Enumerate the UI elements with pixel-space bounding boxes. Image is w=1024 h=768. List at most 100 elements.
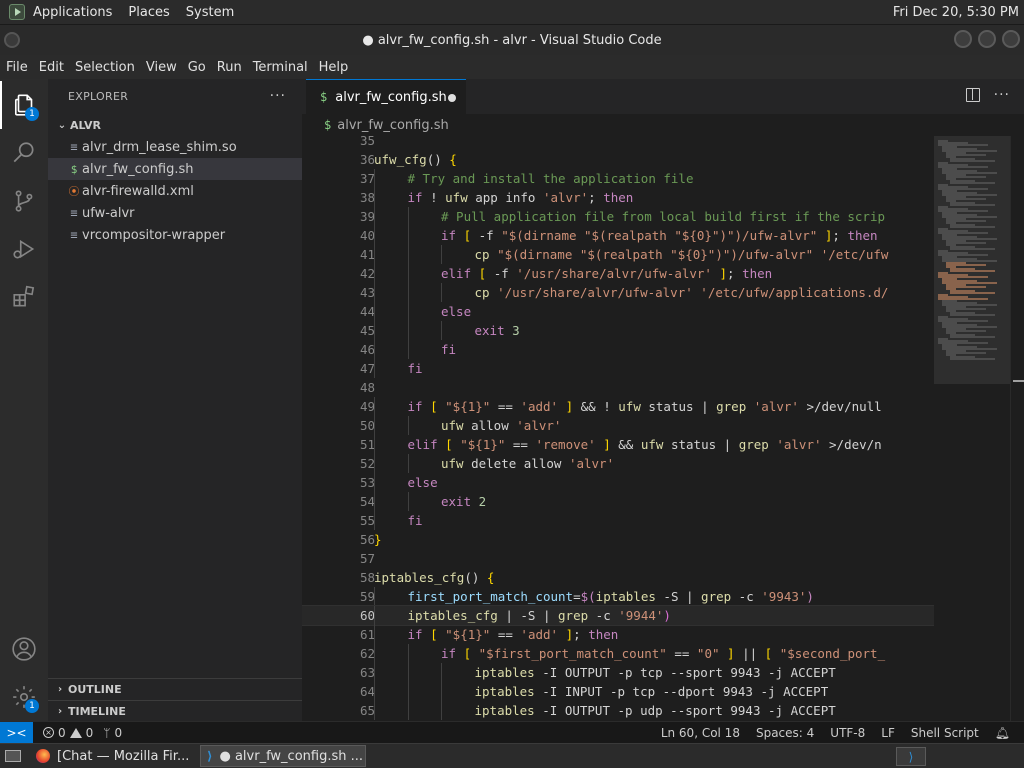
clock[interactable]: Fri Dec 20, 5:30 PM xyxy=(893,5,1019,20)
window-menu-icon[interactable] xyxy=(4,32,20,48)
search-activity[interactable] xyxy=(0,129,48,177)
code-line[interactable]: 53 else xyxy=(302,473,934,492)
explorer-activity[interactable]: 1 xyxy=(0,81,48,129)
remote-indicator[interactable]: >< xyxy=(0,721,33,744)
outline-section[interactable]: › OUTLINE xyxy=(48,678,302,700)
places-menu[interactable]: Places xyxy=(128,5,169,20)
window-title-bar[interactable]: ● alvr_fw_config.sh - alvr - Visual Stud… xyxy=(0,25,1024,55)
minimize-button[interactable] xyxy=(954,30,972,48)
code-line[interactable]: 48 xyxy=(302,378,934,397)
run-debug-activity[interactable] xyxy=(0,225,48,273)
code-line[interactable]: 60 iptables_cfg | -S | grep -c '9944') xyxy=(302,605,934,626)
menu-terminal[interactable]: Terminal xyxy=(253,60,308,75)
menu-edit[interactable]: Edit xyxy=(39,60,64,75)
menu-view[interactable]: View xyxy=(146,60,177,75)
file-item[interactable]: ≡ alvr_drm_lease_shim.so xyxy=(48,136,302,158)
split-editor-icon[interactable] xyxy=(965,88,980,102)
vertical-scrollbar[interactable] xyxy=(1010,136,1024,721)
code-token: status | xyxy=(640,399,717,414)
indent-guide xyxy=(374,283,408,302)
code-line[interactable]: 41 cp "$(dirname "$(realpath "${0}")")/uf… xyxy=(302,245,934,264)
minimap[interactable] xyxy=(934,136,1010,721)
code-line[interactable]: 59 first_port_match_count=$(iptables -S |… xyxy=(302,587,934,606)
indent-guide xyxy=(407,283,442,302)
scrollbar-thumb[interactable] xyxy=(1013,380,1024,382)
code-line[interactable]: 57 xyxy=(302,549,934,568)
code-line[interactable]: 47 fi xyxy=(302,359,934,378)
code-editor[interactable]: 35 36 ufw_cfg() {37 # Try and install the a… xyxy=(302,136,934,721)
system-menu[interactable]: System xyxy=(186,5,234,20)
code-line[interactable]: 52 ufw delete allow 'alvr' xyxy=(302,454,934,473)
folder-alvr[interactable]: ⌄ ALVR xyxy=(48,114,302,136)
ports-count: 0 xyxy=(114,725,123,740)
code-line[interactable]: 49 if [ "${1}" == 'add' ] && ! ufw status… xyxy=(302,397,934,416)
code-line[interactable]: 55 fi xyxy=(302,511,934,530)
code-line[interactable]: 38 if ! ufw app info 'alvr'; then xyxy=(302,188,934,207)
menu-help[interactable]: Help xyxy=(319,60,349,75)
breadcrumb-file[interactable]: alvr_fw_config.sh xyxy=(337,118,449,133)
code-line[interactable]: 63 iptables -I OUTPUT -p tcp --sport 9943… xyxy=(302,663,934,682)
code-line[interactable]: 54 exit 2 xyxy=(302,492,934,511)
more-actions-icon[interactable]: ··· xyxy=(994,87,1010,103)
code-line[interactable]: 50 ufw allow 'alvr' xyxy=(302,416,934,435)
code-line[interactable]: 46 fi xyxy=(302,340,934,359)
code-line[interactable]: 43 cp '/usr/share/alvr/ufw-alvr' '/etc/uf… xyxy=(302,283,934,302)
problems-indicator[interactable]: × 0 0 xyxy=(43,726,93,740)
code-text: fi xyxy=(374,511,423,530)
code-line[interactable]: 36 ufw_cfg() { xyxy=(302,150,934,169)
menu-run[interactable]: Run xyxy=(217,60,242,75)
code-line[interactable]: 35 xyxy=(302,136,934,150)
file-item[interactable]: ≡ ufw-alvr xyxy=(48,202,302,224)
menu-file[interactable]: File xyxy=(6,60,28,75)
code-line[interactable]: 45 exit 3 xyxy=(302,321,934,340)
code-token: status | xyxy=(663,437,739,452)
file-label: alvr_drm_lease_shim.so xyxy=(82,139,237,155)
workspace-switcher[interactable]: ⟩ xyxy=(896,747,926,766)
source-control-activity[interactable] xyxy=(0,177,48,225)
indentation[interactable]: Spaces: 4 xyxy=(756,726,814,740)
file-item[interactable]: ≡ vrcompositor-wrapper xyxy=(48,224,302,246)
manage-badge: 1 xyxy=(25,699,39,713)
code-line[interactable]: 44 else xyxy=(302,302,934,321)
code-line[interactable]: 42 elif [ -f '/usr/share/alvr/ufw-alvr' ]… xyxy=(302,264,934,283)
applications-menu[interactable]: Applications xyxy=(33,5,112,20)
menu-selection[interactable]: Selection xyxy=(75,60,135,75)
close-button[interactable] xyxy=(1002,30,1020,48)
cursor-position[interactable]: Ln 60, Col 18 xyxy=(661,726,740,740)
code-line[interactable]: 51 elif [ "${1}" == 'remove' ] && ufw sta… xyxy=(302,435,934,454)
code-line[interactable]: 56} xyxy=(302,530,934,549)
language-mode[interactable]: Shell Script xyxy=(911,726,979,740)
encoding[interactable]: UTF-8 xyxy=(830,726,865,740)
file-item[interactable]: ⦿ alvr-firewalld.xml xyxy=(48,180,302,202)
code-token: 'alvr' xyxy=(753,399,799,414)
applications-logo-icon[interactable] xyxy=(9,4,25,20)
code-line[interactable]: 40 if [ -f "$(dirname "$(realpath "${0}")… xyxy=(302,226,934,245)
code-line[interactable]: 61 if [ "${1}" == 'add' ]; then xyxy=(302,625,934,644)
unsaved-dot-icon[interactable] xyxy=(448,94,456,102)
show-desktop-button[interactable] xyxy=(0,745,26,767)
explorer-more-actions-icon[interactable]: ··· xyxy=(270,88,286,104)
manage-activity[interactable]: 1 xyxy=(0,673,48,721)
code-line[interactable]: 39 # Pull application file from local bui… xyxy=(302,207,934,226)
breadcrumb[interactable]: $ alvr_fw_config.sh xyxy=(302,114,1024,136)
code-line[interactable]: 58 iptables_cfg() { xyxy=(302,568,934,587)
code-line[interactable]: 65 iptables -I OUTPUT -p udp --sport 9943… xyxy=(302,701,934,720)
ports-indicator[interactable]: ᛘ 0 xyxy=(103,726,122,740)
file-item[interactable]: $ alvr_fw_config.sh xyxy=(48,158,302,180)
code-line[interactable]: 62 if [ "$first_port_match_count" == "0" … xyxy=(302,644,934,663)
indent-guide xyxy=(374,492,408,511)
taskbar-firefox[interactable]: [Chat — Mozilla Fir... xyxy=(30,745,196,767)
code-line[interactable]: 64 iptables -I INPUT -p tcp --dport 9943 … xyxy=(302,682,934,701)
menu-go[interactable]: Go xyxy=(188,60,206,75)
maximize-button[interactable] xyxy=(978,30,996,48)
accounts-activity[interactable] xyxy=(0,625,48,673)
timeline-section[interactable]: › TIMELINE xyxy=(48,700,302,722)
extensions-activity[interactable] xyxy=(0,273,48,321)
end-of-line[interactable]: LF xyxy=(881,726,895,740)
tab-alvr-fw-config[interactable]: $ alvr_fw_config.sh xyxy=(306,79,466,114)
bell-icon[interactable]: 🔔︎ xyxy=(995,726,1010,740)
code-token: iptables xyxy=(595,589,656,604)
taskbar-vscode[interactable]: ⟩ ● alvr_fw_config.sh ... xyxy=(200,745,366,767)
code-text: iptables_cfg | -S | grep -c '9944') xyxy=(374,606,671,625)
code-line[interactable]: 37 # Try and install the application file xyxy=(302,169,934,188)
